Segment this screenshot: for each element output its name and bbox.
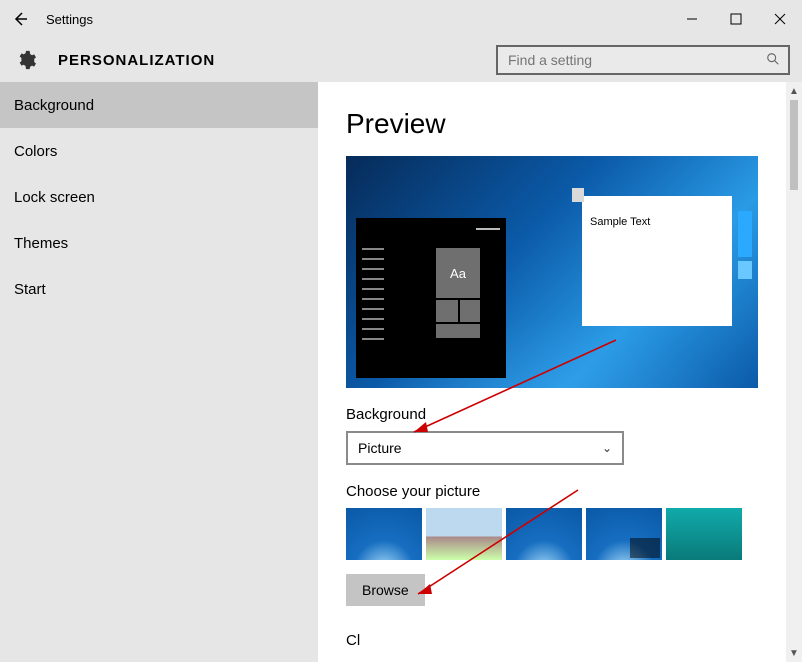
sidebar-item-label: Lock screen xyxy=(14,189,95,206)
close-button[interactable] xyxy=(758,0,802,38)
choose-picture-label: Choose your picture xyxy=(346,483,758,500)
preview-heading: Preview xyxy=(346,108,758,140)
sidebar-item-label: Themes xyxy=(14,235,68,252)
picture-thumbnails xyxy=(346,508,758,560)
picture-thumb-3[interactable] xyxy=(506,508,582,560)
sidebar-item-colors[interactable]: Colors xyxy=(0,128,318,174)
sidebar-item-themes[interactable]: Themes xyxy=(0,220,318,266)
background-dropdown[interactable]: Picture ⌄ xyxy=(346,431,624,465)
browse-button[interactable]: Browse xyxy=(346,574,425,606)
sidebar-item-label: Colors xyxy=(14,143,57,160)
sidebar-item-lock-screen[interactable]: Lock screen xyxy=(0,174,318,220)
search-icon xyxy=(766,52,780,69)
picture-thumb-2[interactable] xyxy=(426,508,502,560)
scroll-thumb[interactable] xyxy=(790,100,798,190)
chevron-down-icon: ⌄ xyxy=(602,441,612,455)
minimize-button[interactable] xyxy=(670,0,714,38)
gear-icon xyxy=(12,46,40,74)
sidebar-item-label: Background xyxy=(14,97,94,114)
scrollbar-vertical[interactable]: ▲ ▼ xyxy=(786,82,802,662)
sidebar-item-start[interactable]: Start xyxy=(0,266,318,312)
window-title: Settings xyxy=(46,12,93,27)
background-label: Background xyxy=(346,406,758,423)
sidebar: Background Colors Lock screen Themes Sta… xyxy=(0,82,318,662)
scroll-down-arrow[interactable]: ▼ xyxy=(786,644,802,662)
cutoff-heading: Cl xyxy=(346,632,758,649)
sidebar-item-background[interactable]: Background xyxy=(0,82,318,128)
scroll-up-arrow[interactable]: ▲ xyxy=(786,82,802,100)
preview-tile-text: Aa xyxy=(436,248,480,298)
content-area: Preview Aa Sample Text xyxy=(318,82,786,662)
picture-thumb-4[interactable] xyxy=(586,508,662,560)
back-button[interactable] xyxy=(0,0,40,38)
sidebar-item-label: Start xyxy=(14,281,46,298)
preview-sample-text: Sample Text xyxy=(582,210,732,234)
search-input[interactable] xyxy=(506,51,766,69)
desktop-preview: Aa Sample Text xyxy=(346,156,758,388)
maximize-button[interactable] xyxy=(714,0,758,38)
preview-start-menu: Aa xyxy=(356,218,506,378)
search-box[interactable] xyxy=(496,45,790,75)
picture-thumb-5[interactable] xyxy=(666,508,742,560)
background-dropdown-value: Picture xyxy=(358,440,402,456)
browse-button-label: Browse xyxy=(362,582,409,598)
picture-thumb-1[interactable] xyxy=(346,508,422,560)
preview-sample-window: Sample Text xyxy=(582,196,732,326)
category-heading: PERSONALIZATION xyxy=(58,52,215,69)
